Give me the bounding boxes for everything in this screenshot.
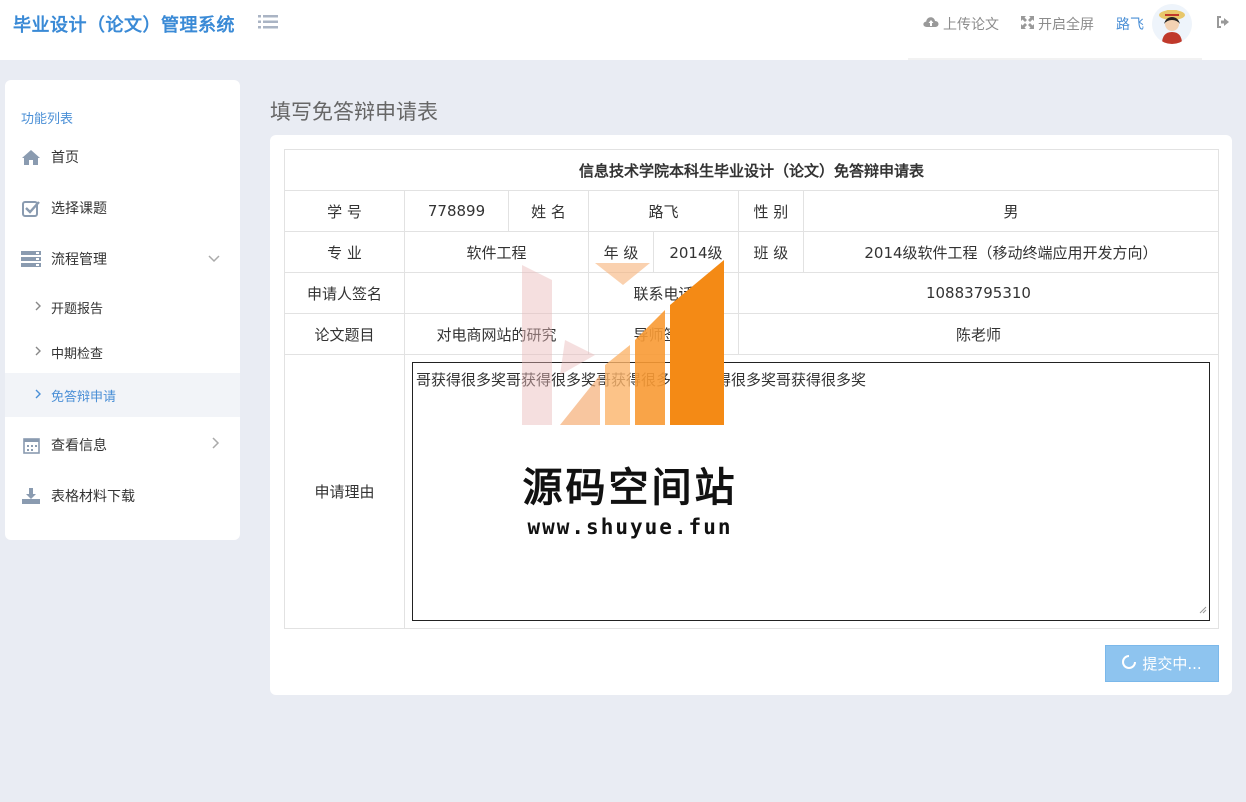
form-title: 信息技术学院本科生毕业设计（论文）免答辩申请表 xyxy=(284,149,1219,191)
fullscreen-button[interactable]: 开启全屏 xyxy=(1021,14,1094,34)
sidebar-subitem-label: 免答辩申请 xyxy=(51,389,117,405)
page-title: 填写免答辩申请表 xyxy=(270,100,438,124)
sidebar-item-downloads[interactable]: 表格材料下载 xyxy=(5,474,240,518)
signature-label: 申请人签名 xyxy=(284,272,405,314)
chevron-down-icon xyxy=(208,251,220,267)
class-label: 班 级 xyxy=(737,231,804,273)
grade-label: 年 级 xyxy=(587,231,654,273)
topic-value: 对电商网站的研究 xyxy=(404,313,589,355)
user-menu[interactable]: 路飞 xyxy=(1116,4,1192,44)
sidebar-item-label: 流程管理 xyxy=(51,252,107,268)
resize-handle-icon[interactable] xyxy=(1199,600,1207,618)
phone-value: 10883795310 xyxy=(737,272,1220,314)
phone-label: 联系电话 xyxy=(587,272,739,314)
spinner-icon xyxy=(1122,654,1142,673)
student-id-label: 学 号 xyxy=(284,190,405,232)
chevron-right-icon xyxy=(35,388,41,403)
application-form-table: 信息技术学院本科生毕业设计（论文）免答辩申请表 学 号 778899 姓 名 路… xyxy=(284,149,1220,629)
chevron-right-icon xyxy=(35,345,41,360)
reason-text: 哥获得很多奖哥获得很多奖哥获得很多奖哥获得很多奖哥获得很多奖 xyxy=(416,371,867,389)
name-label: 姓 名 xyxy=(507,190,589,232)
signature-field[interactable] xyxy=(404,272,589,314)
topic-label: 论文题目 xyxy=(284,313,405,355)
sidebar-item-process[interactable]: 流程管理 xyxy=(5,237,240,281)
sidebar-item-label: 选择课题 xyxy=(51,201,107,217)
top-header: 毕业设计（论文）管理系统 上传论文 开启全屏 路飞 xyxy=(0,0,1246,60)
header-divider xyxy=(908,58,1202,60)
checkbox-icon xyxy=(21,200,41,217)
cloud-upload-icon xyxy=(923,16,943,32)
submit-button[interactable]: 提交中... xyxy=(1105,645,1219,682)
expand-icon xyxy=(1021,15,1038,33)
reason-label: 申请理由 xyxy=(284,354,405,629)
major-label: 专 业 xyxy=(284,231,405,273)
chevron-right-icon xyxy=(35,300,41,315)
sidebar-item-home[interactable]: 首页 xyxy=(5,135,240,179)
home-icon xyxy=(21,149,41,165)
reason-textarea[interactable]: 哥获得很多奖哥获得很多奖哥获得很多奖哥获得很多奖哥获得很多奖 xyxy=(412,362,1210,621)
upload-paper-button[interactable]: 上传论文 xyxy=(923,14,999,34)
sidebar-subitem-label: 开题报告 xyxy=(51,301,104,317)
app-title: 毕业设计（论文）管理系统 xyxy=(13,15,235,36)
submit-label: 提交中... xyxy=(1142,655,1202,673)
gender-label: 性 别 xyxy=(737,190,804,232)
grade-value: 2014级 xyxy=(652,231,739,273)
sidebar-item-label: 表格材料下载 xyxy=(51,489,135,505)
sidebar-subitem-proposal[interactable]: 开题报告 xyxy=(5,285,240,329)
sidebar-title: 功能列表 xyxy=(21,112,74,127)
sidebar-subitem-midterm[interactable]: 中期检查 xyxy=(5,330,240,374)
fullscreen-label: 开启全屏 xyxy=(1038,17,1094,33)
sidebar-subitem-label: 中期检查 xyxy=(51,346,104,362)
download-icon xyxy=(21,488,41,504)
upload-paper-label: 上传论文 xyxy=(943,17,999,33)
chevron-right-icon xyxy=(212,437,220,453)
menu-list-icon[interactable] xyxy=(258,14,280,34)
sidebar-subitem-exemption[interactable]: 免答辩申请 xyxy=(5,373,240,417)
gender-value: 男 xyxy=(802,190,1220,232)
name-value: 路飞 xyxy=(587,190,739,232)
form-card: 信息技术学院本科生毕业设计（论文）免答辩申请表 学 号 778899 姓 名 路… xyxy=(270,135,1232,695)
class-value: 2014级软件工程（移动终端应用开发方向） xyxy=(802,231,1220,273)
avatar xyxy=(1152,4,1192,44)
advisor-value: 陈老师 xyxy=(737,313,1220,355)
major-value: 软件工程 xyxy=(404,231,589,273)
sidebar-item-view-info[interactable]: 查看信息 xyxy=(5,423,240,467)
sidebar: 功能列表 首页 选择课题 流程管理 开题报告 中期检查 免答辩申请 查看信息 表… xyxy=(5,80,240,540)
student-id-value: 778899 xyxy=(404,190,509,232)
sidebar-item-label: 首页 xyxy=(51,150,79,166)
logout-icon[interactable] xyxy=(1216,16,1230,32)
sidebar-item-select-topic[interactable]: 选择课题 xyxy=(5,186,240,230)
sidebar-item-label: 查看信息 xyxy=(51,438,107,454)
server-icon xyxy=(21,251,41,267)
advisor-label: 导师签名 xyxy=(587,313,739,355)
calendar-icon xyxy=(21,437,41,454)
user-name: 路飞 xyxy=(1116,17,1144,33)
